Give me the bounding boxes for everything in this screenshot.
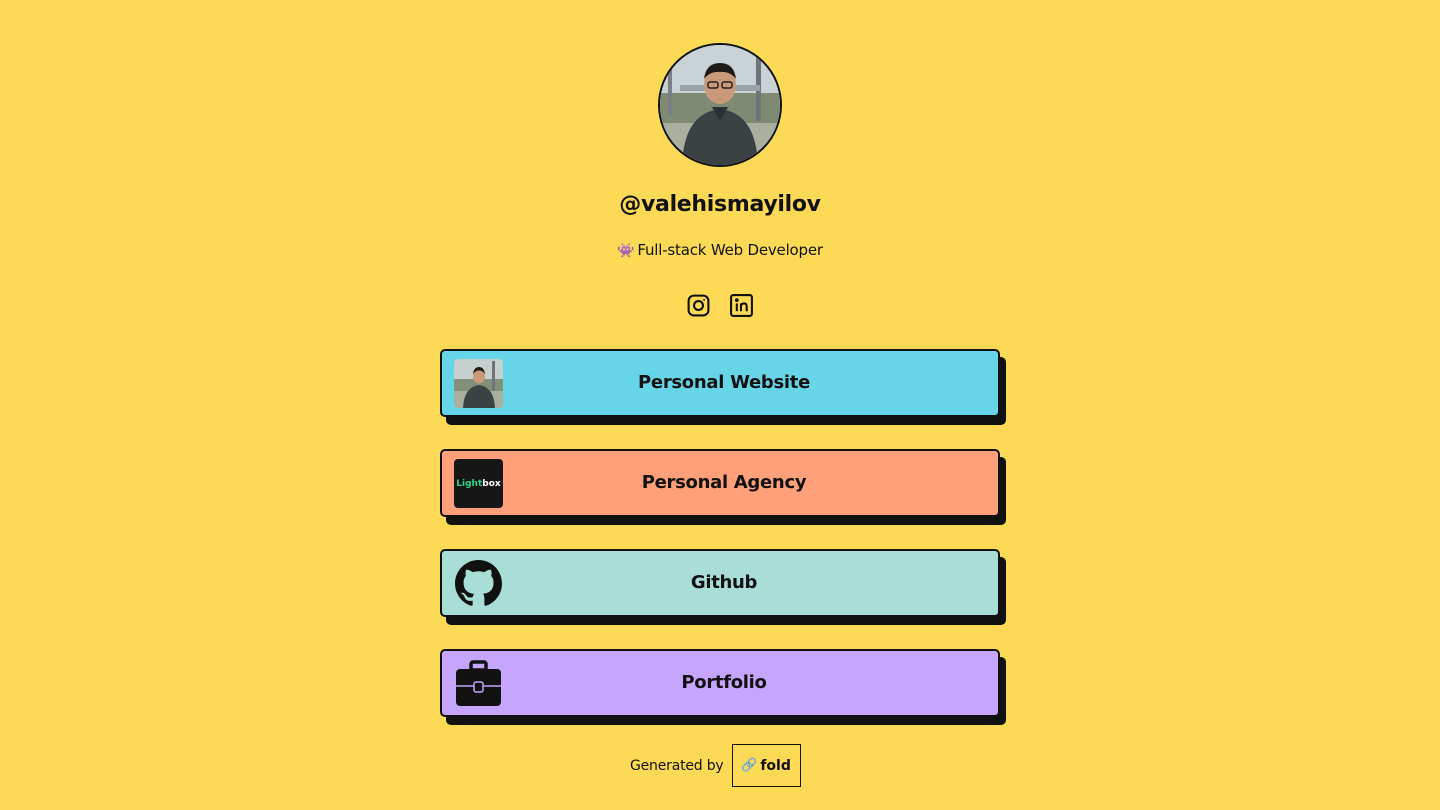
- profile-username: @valehismayilov: [619, 192, 821, 217]
- link-personal-agency[interactable]: Light box Personal Agency: [440, 449, 1000, 517]
- fold-brand: fold: [760, 757, 791, 774]
- linkedin-icon[interactable]: [729, 293, 754, 319]
- link-github[interactable]: Github: [440, 549, 1000, 617]
- generated-by-text: Generated by: [630, 757, 724, 774]
- link-personal-website[interactable]: Personal Website: [440, 349, 1000, 417]
- profile-page: @valehismayilov 👾 Full-stack Web Develope…: [0, 0, 1440, 810]
- fold-badge[interactable]: 🔗 fold: [731, 744, 801, 787]
- link-chain-icon: 🔗: [741, 758, 758, 773]
- bio-text: Full-stack Web Developer: [637, 241, 823, 259]
- link-label: Github: [690, 572, 758, 593]
- footer: Generated by 🔗 fold: [630, 744, 801, 787]
- link-portfolio[interactable]: Portfolio: [440, 649, 1000, 717]
- link-label: Portfolio: [681, 672, 767, 693]
- link-label: Personal Agency: [641, 472, 807, 493]
- link-label: Personal Website: [638, 372, 810, 393]
- profile-avatar: [658, 43, 782, 167]
- instagram-icon[interactable]: [686, 293, 711, 319]
- alien-monster-icon: 👾: [617, 243, 635, 259]
- profile-bio: 👾 Full-stack Web Developer: [0, 241, 1440, 259]
- social-links: [686, 293, 754, 319]
